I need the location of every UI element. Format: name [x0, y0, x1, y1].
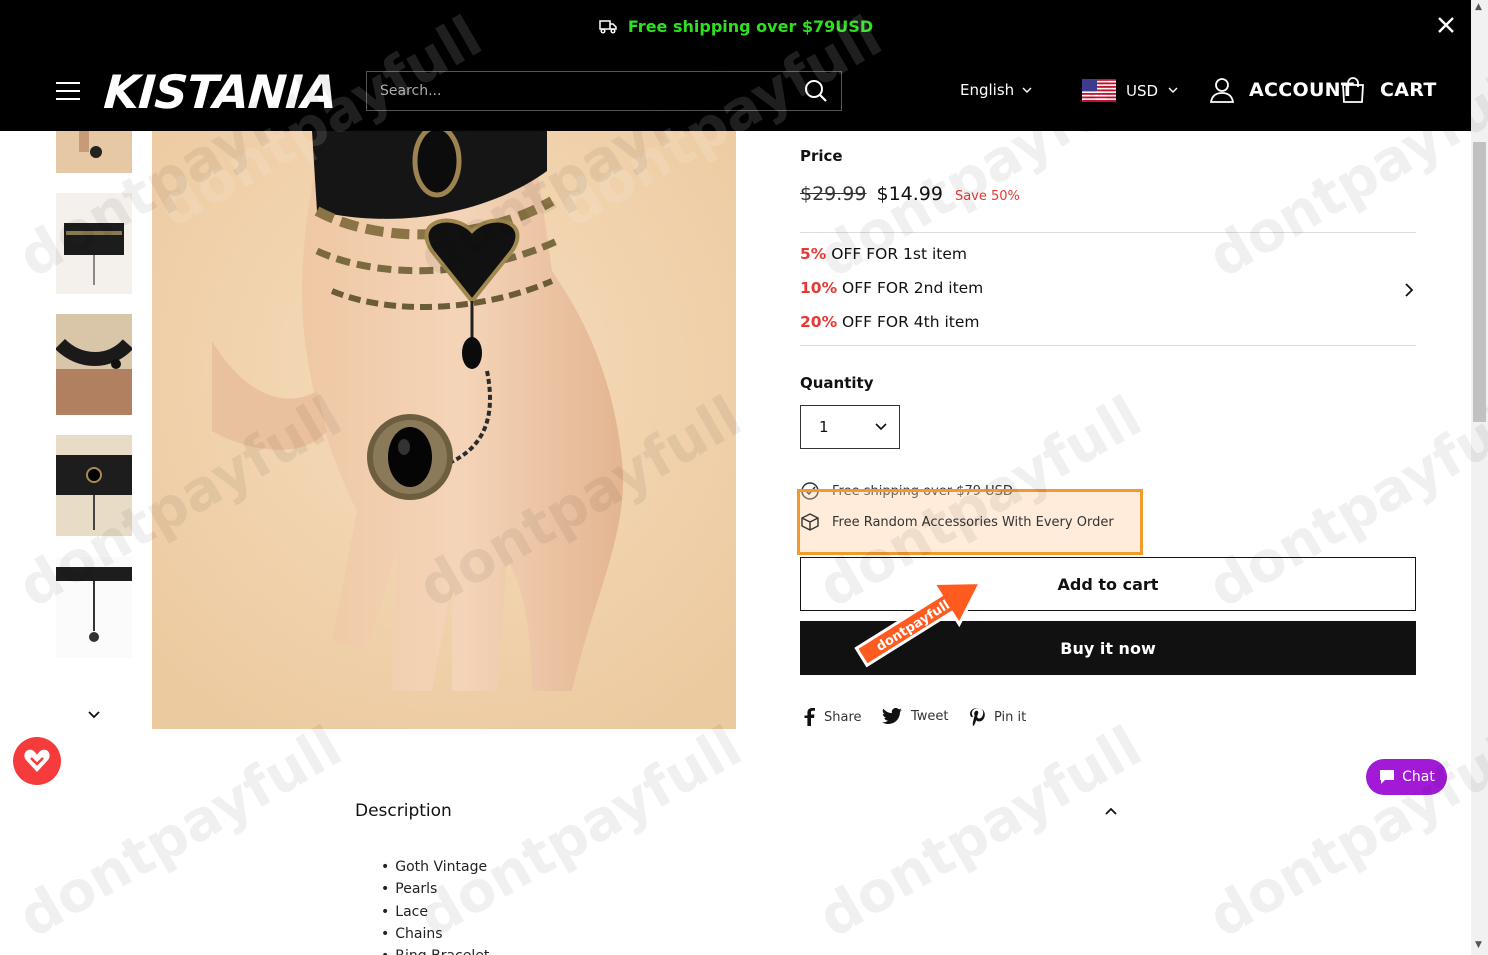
share-pinterest[interactable]: Pin it: [969, 708, 1026, 726]
share-facebook[interactable]: Share: [803, 708, 862, 726]
discount-percent: 5%: [800, 245, 827, 263]
watermark: dontpayfull: [807, 714, 1153, 951]
watermark: dontpayfull: [1197, 714, 1488, 951]
us-flag-icon: [1082, 79, 1116, 102]
twitter-icon: [882, 708, 902, 725]
language-selector[interactable]: English: [960, 81, 1032, 99]
description-list: Goth Vintage Pearls Lace Chains Ring Bra…: [381, 856, 489, 955]
description-item: Chains: [381, 923, 489, 945]
search-input[interactable]: [367, 72, 791, 110]
divider: [800, 232, 1416, 233]
page-scrollbar[interactable]: ▲ ▼: [1471, 0, 1488, 955]
shipping-truck-icon: [599, 20, 617, 34]
sale-price: $14.99: [876, 183, 943, 205]
rewards-badge[interactable]: [13, 737, 61, 785]
discount-percent: 10%: [800, 279, 838, 297]
description-item: Ring Bracelet: [381, 945, 489, 955]
site-header: Free shipping over $79USD KISTANIA Engli…: [0, 0, 1471, 131]
chat-bubble-icon: [1380, 770, 1395, 784]
quantity-label: Quantity: [800, 374, 874, 392]
product-page: Free shipping over $79USD KISTANIA Engli…: [0, 0, 1488, 955]
user-icon: [1209, 78, 1235, 103]
announcement-text: Free shipping over $79USD: [627, 16, 874, 36]
account-label: ACCOUNT: [1249, 79, 1355, 101]
product-main-image[interactable]: [152, 131, 736, 729]
heart-icon: [24, 749, 50, 772]
price-row: $29.99 $14.99 Save 50%: [800, 183, 1020, 205]
share-label: Share: [824, 709, 862, 725]
chevron-down-icon: [1022, 87, 1032, 93]
discount-text: OFF FOR 4th item: [837, 313, 980, 331]
scroll-up-icon[interactable]: ▲: [1475, 2, 1482, 12]
share-label: Pin it: [994, 709, 1027, 725]
cart-label: CART: [1380, 79, 1437, 101]
promo-arrow-text: dontpayfull: [874, 598, 953, 655]
chevron-right-icon[interactable]: [1402, 282, 1416, 298]
discount-tier: 10% OFF FOR 2nd item: [800, 279, 983, 297]
search-button[interactable]: [791, 72, 841, 110]
facebook-icon: [804, 708, 815, 726]
chevron-up-icon[interactable]: [1103, 803, 1119, 819]
currency-label: USD: [1126, 81, 1159, 100]
save-badge: Save 50%: [954, 189, 1020, 204]
description-item: Pearls: [381, 878, 489, 900]
close-icon[interactable]: [1435, 14, 1457, 36]
discount-tier: 5% OFF FOR 1st item: [800, 245, 967, 263]
chat-label: Chat: [1402, 769, 1435, 785]
original-price: $29.99: [800, 183, 867, 205]
language-label: English: [960, 81, 1015, 99]
currency-selector[interactable]: USD: [1082, 79, 1178, 102]
product-thumbnail[interactable]: [56, 557, 132, 658]
discount-percent: 20%: [800, 313, 838, 331]
discount-text: OFF FOR 2nd item: [837, 279, 984, 297]
watermark: dontpayfull: [7, 714, 353, 951]
description-item: Goth Vintage: [381, 856, 489, 878]
menu-icon[interactable]: [56, 81, 80, 101]
search-icon: [805, 80, 827, 102]
perk-free-accessories: Free Random Accessories With Every Order: [800, 512, 1114, 532]
product-thumbnail[interactable]: [56, 314, 132, 415]
announcement-bar: Free shipping over $79USD: [0, 0, 1471, 52]
quantity-select[interactable]: 1: [800, 405, 900, 449]
chevron-down-icon: [1168, 87, 1178, 93]
quantity-value: 1: [819, 418, 829, 436]
site-logo[interactable]: KISTANIA: [102, 62, 339, 122]
description-title[interactable]: Description: [355, 801, 452, 821]
price-label: Price: [800, 147, 843, 165]
cart-link[interactable]: CART: [1340, 77, 1437, 103]
promo-arrow-icon: dontpayfull: [854, 581, 983, 668]
box-icon: [801, 513, 819, 531]
account-link[interactable]: ACCOUNT: [1209, 77, 1354, 103]
discount-tier: 20% OFF FOR 4th item: [800, 313, 980, 331]
discount-text: OFF FOR 1st item: [826, 245, 967, 263]
search-bar: [366, 71, 842, 111]
divider: [800, 345, 1416, 346]
product-thumbnail[interactable]: [56, 193, 132, 294]
chevron-down-icon[interactable]: [86, 707, 102, 723]
perk-text: Free Random Accessories With Every Order: [832, 514, 1114, 530]
product-thumbnail[interactable]: [56, 435, 132, 536]
description-item: Lace: [381, 901, 489, 923]
scroll-thumb[interactable]: [1473, 142, 1486, 422]
chevron-down-icon: [875, 423, 887, 431]
shopping-bag-icon: [1342, 77, 1364, 103]
share-label: Tweet: [911, 709, 949, 724]
scroll-down-icon[interactable]: ▼: [1475, 940, 1482, 950]
pinterest-icon: [970, 708, 985, 726]
share-twitter[interactable]: Tweet: [882, 708, 949, 725]
chat-button[interactable]: Chat: [1366, 759, 1447, 795]
